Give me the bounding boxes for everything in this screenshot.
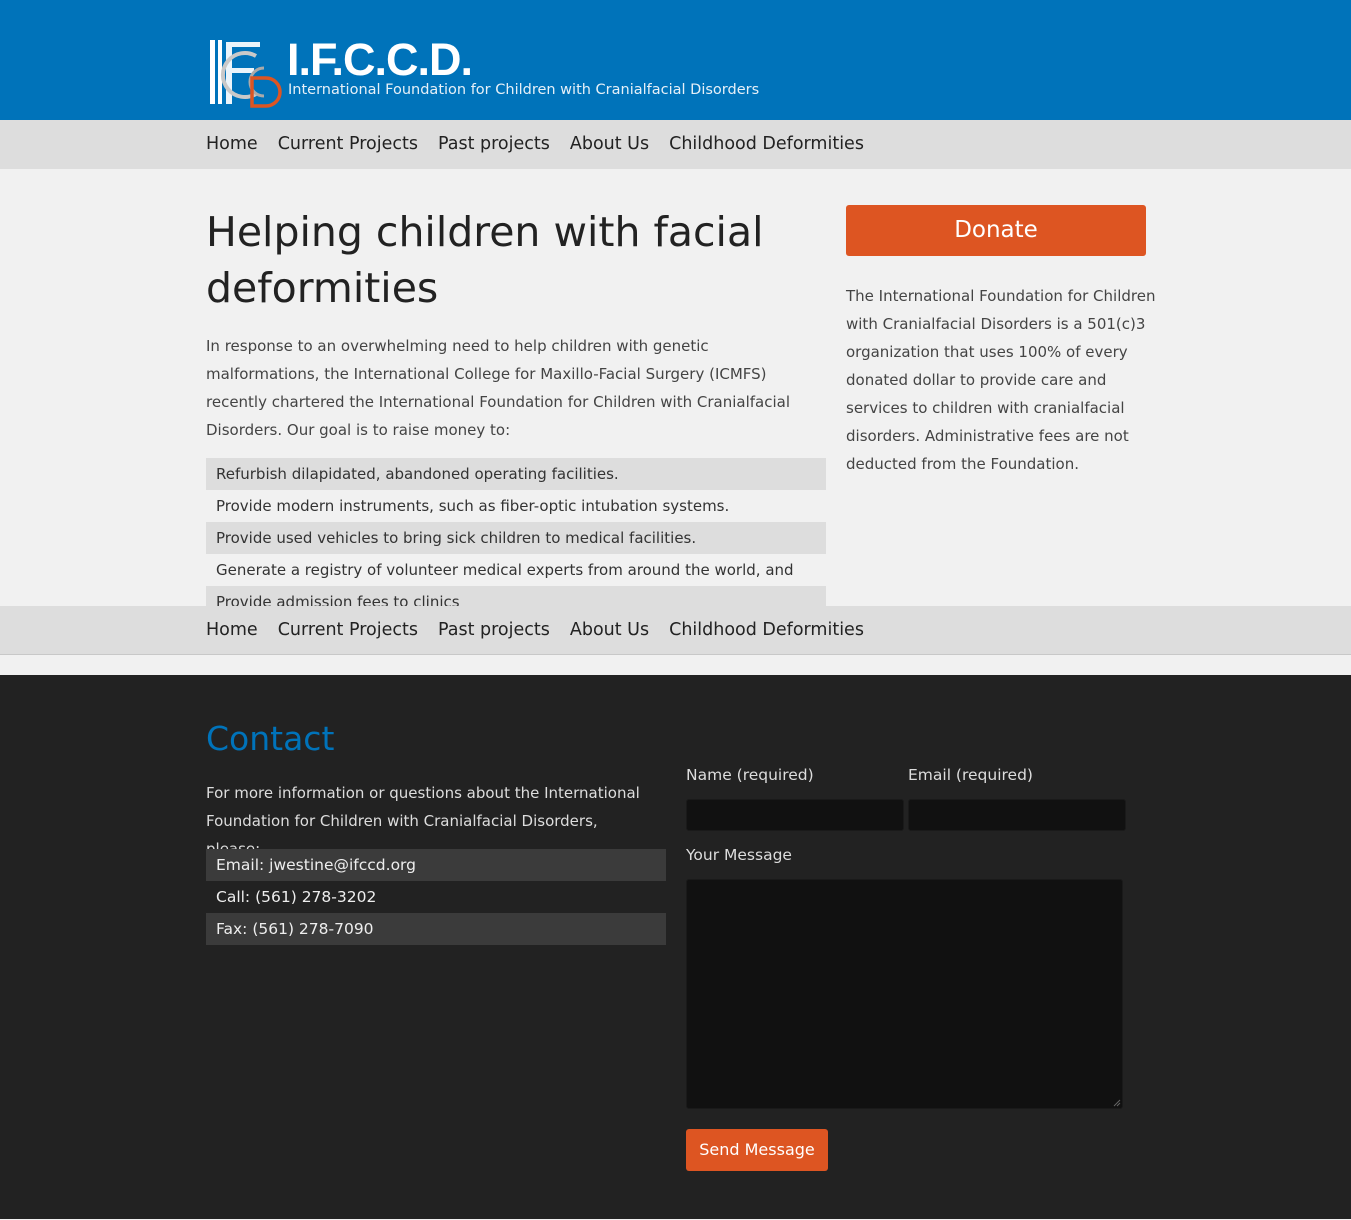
main-nav: Home Current Projects Past projects Abou… (0, 120, 1351, 169)
nav-item-childhood-deformities[interactable]: Childhood Deformities (669, 606, 864, 655)
name-input[interactable] (686, 799, 904, 831)
name-label: Name (required) (686, 766, 814, 784)
nav-item-past-projects[interactable]: Past projects (438, 606, 550, 655)
nav-item-childhood-deformities[interactable]: Childhood Deformities (669, 120, 864, 169)
goal-item: Generate a registry of volunteer medical… (216, 561, 794, 579)
goal-item: Provide used vehicles to bring sick chil… (206, 522, 826, 554)
goals-list: Refurbish dilapidated, abandoned operati… (206, 458, 826, 606)
contact-phone: Call: (561) 278-3202 (216, 888, 377, 906)
send-message-button[interactable]: Send Message (686, 1129, 828, 1171)
ifccd-logo-icon[interactable] (208, 38, 284, 108)
goal-item: Provide modern instruments, such as fibe… (216, 497, 730, 515)
section-spacer (0, 655, 1351, 675)
donate-button[interactable]: Donate (846, 205, 1146, 256)
email-label: Email (required) (908, 766, 1033, 784)
nav-item-past-projects[interactable]: Past projects (438, 120, 550, 169)
secondary-nav: Home Current Projects Past projects Abou… (0, 606, 1351, 655)
site-tagline: International Foundation for Children wi… (288, 82, 760, 98)
contact-section: Contact For more information or question… (0, 675, 1351, 1219)
contact-email[interactable]: Email: jwestine@ifccd.org (206, 849, 666, 881)
contact-title: Contact (206, 719, 335, 758)
site-title[interactable]: I.F.C.C.D. (287, 36, 473, 84)
contact-list: Email: jwestine@ifccd.org Call: (561) 27… (206, 849, 666, 945)
message-textarea[interactable] (686, 879, 1123, 1109)
main-content: Helping children with facial deformities… (0, 169, 1351, 606)
site-header: I.F.C.C.D. International Foundation for … (0, 0, 1351, 120)
email-input[interactable] (908, 799, 1126, 831)
nav-item-current-projects[interactable]: Current Projects (278, 120, 418, 169)
nav-item-about-us[interactable]: About Us (570, 606, 649, 655)
page-headline: Helping children with facial deformities (206, 208, 764, 312)
nav-item-current-projects[interactable]: Current Projects (278, 606, 418, 655)
resize-handle-icon[interactable] (1113, 1099, 1121, 1107)
goal-item: Refurbish dilapidated, abandoned operati… (206, 458, 826, 490)
message-label: Your Message (686, 846, 792, 864)
goal-item: Provide admission fees to clinics (206, 586, 826, 606)
nav-item-about-us[interactable]: About Us (570, 120, 649, 169)
intro-paragraph: In response to an overwhelming need to h… (206, 337, 790, 439)
nav-item-home[interactable]: Home (206, 120, 258, 169)
foundation-description: The International Foundation for Childre… (846, 287, 1156, 473)
nav-item-home[interactable]: Home (206, 606, 258, 655)
contact-fax: Fax: (561) 278-7090 (206, 913, 666, 945)
